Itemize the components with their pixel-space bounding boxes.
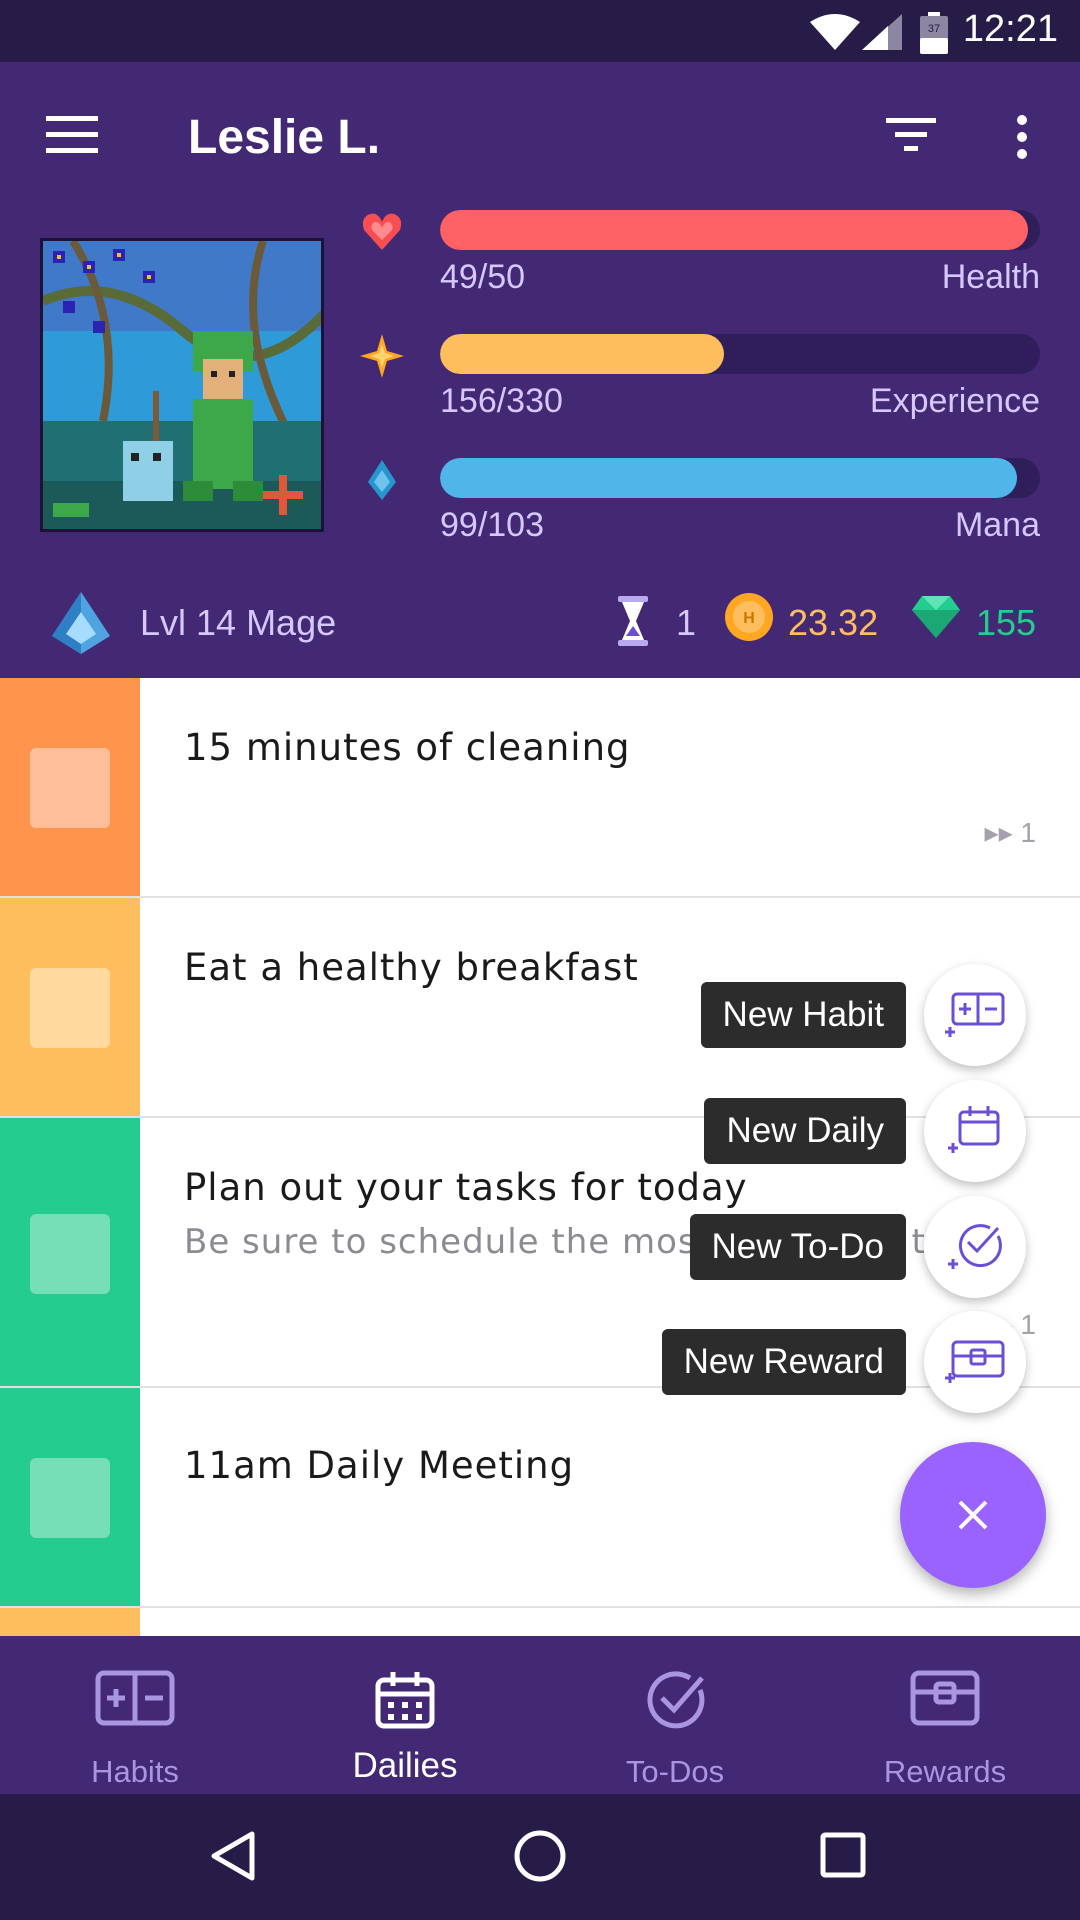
profile-header: Leslie L. 49/50 Health 156/330 Experienc… [0,62,1080,678]
tab-rewards[interactable]: Rewards [810,1636,1080,1794]
experience-value: 156/330 [440,382,563,420]
new-todo-label[interactable]: New To-Do [689,1214,906,1280]
level-class-label: Lvl 14 Mage [140,602,337,643]
recent-apps-icon[interactable] [820,1832,866,1878]
task-title: 11am Daily Meeting [184,1444,575,1487]
experience-bar [440,334,1040,374]
mana-value: 99/103 [440,506,544,544]
star-icon [360,334,404,378]
todos-icon [647,1671,705,1729]
tab-todos[interactable]: To-Dos [540,1636,810,1794]
new-todo-icon [948,1224,1002,1269]
task-title: 15 minutes of cleaning [184,726,631,769]
tab-dailies-label: Dailies [352,1746,458,1785]
status-bar: 37 12:21 [0,0,1080,62]
fab-new-habit[interactable]: New Habit [0,964,1080,1066]
new-daily-label[interactable]: New Daily [704,1098,906,1164]
svg-text:H: H [743,610,755,627]
gem-count: 155 [976,602,1037,643]
experience-label: Experience [869,382,1040,420]
home-icon[interactable] [512,1828,568,1884]
clock: 12:21 [962,8,1058,50]
streak-count: 1 [1020,817,1036,848]
tab-rewards-label: Rewards [883,1754,1007,1789]
health-value: 49/50 [440,258,526,296]
health-label: Health [941,258,1040,296]
task-color-strip [0,1388,140,1606]
fab-new-daily[interactable]: New Daily [0,1080,1080,1182]
mana-stat: 99/103 Mana [360,458,1040,558]
new-habit-icon [945,992,1005,1037]
habits-icon [95,1670,175,1726]
tab-todos-label: To-Dos [625,1754,725,1789]
filter-icon[interactable] [886,118,936,152]
back-icon[interactable] [210,1830,256,1882]
more-options-icon[interactable] [1010,114,1034,160]
heart-icon [362,213,402,250]
new-reward-icon [945,1340,1005,1383]
health-bar [440,210,1040,250]
new-daily-button[interactable] [924,1080,1026,1182]
avatar[interactable] [40,238,324,532]
battery-icon: 37 [920,12,948,54]
menu-icon[interactable] [46,116,98,154]
level-currency-row: Lvl 14 Mage 1 H 23.32 155 [0,582,1080,662]
gem-icon [912,596,960,638]
streak-counter: ▸▸ 1 [985,816,1036,849]
new-habit-label[interactable]: New Habit [700,982,906,1048]
tab-dailies[interactable]: Dailies [270,1636,540,1794]
streak-icon: ▸▸ [984,817,1021,848]
battery-level: 37 [928,23,940,35]
tab-habits[interactable]: Habits [0,1636,270,1794]
fab-close-button[interactable] [900,1442,1046,1588]
experience-stat: 156/330 Experience [360,334,1040,434]
mana-drop-icon [368,460,396,500]
new-habit-button[interactable] [924,964,1026,1066]
system-navigation [0,1794,1080,1920]
signal-icon [862,14,902,50]
task-color-strip [0,678,140,896]
dailies-icon [375,1672,435,1729]
mana-bar [440,458,1040,498]
task-checkbox[interactable] [30,1458,110,1538]
fab-new-todo[interactable]: New To-Do [0,1196,1080,1298]
next-task-strip [0,1608,140,1638]
close-icon [958,1500,988,1530]
new-reward-button[interactable] [924,1311,1026,1413]
health-stat: 49/50 Health [360,210,1040,310]
task-checkbox[interactable] [30,748,110,828]
fab-new-reward[interactable]: New Reward [0,1311,1080,1413]
rewards-icon [910,1670,980,1726]
avatar-image [43,241,321,529]
hourglass-icon [618,596,648,646]
mana-label: Mana [954,506,1040,544]
page-title: Leslie L. [188,111,381,164]
bottom-navigation: Habits Dailies To-Dos Rewards [0,1636,1080,1794]
new-todo-button[interactable] [924,1196,1026,1298]
wifi-icon [810,14,860,50]
hourglass-count: 1 [676,602,697,643]
daily-item[interactable]: 15 minutes of cleaning ▸▸ 1 [0,678,1080,898]
gold-amount: 23.32 [788,602,879,643]
new-reward-label[interactable]: New Reward [661,1329,906,1395]
gold-coin-icon: H [725,593,773,641]
tab-habits-label: Habits [91,1754,179,1789]
new-daily-icon [948,1106,1000,1153]
mage-class-icon [52,592,110,654]
